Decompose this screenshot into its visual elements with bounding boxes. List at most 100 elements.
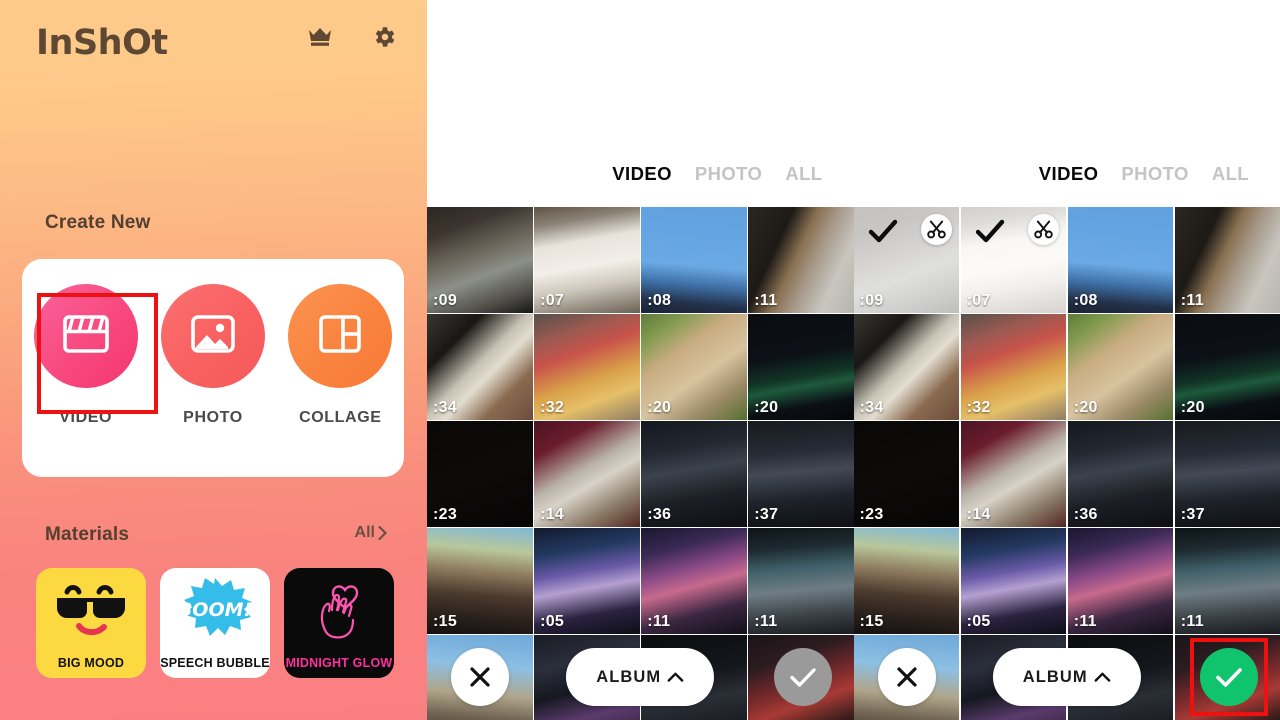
- media-thumbnail[interactable]: :11: [1174, 207, 1280, 313]
- tab-video[interactable]: VIDEO: [1039, 163, 1099, 185]
- media-thumbnail[interactable]: :09: [427, 207, 533, 313]
- check-icon: [1216, 668, 1242, 687]
- close-button[interactable]: [451, 648, 509, 706]
- media-thumbnail[interactable]: :15: [853, 528, 960, 634]
- tab-all[interactable]: ALL: [785, 163, 822, 185]
- media-picker-panels: VIDEO PHOTO ALL :09:07:08:11:34:32:20:20…: [427, 0, 1280, 720]
- tab-photo[interactable]: PHOTO: [1121, 163, 1188, 185]
- media-thumbnail[interactable]: :34: [427, 314, 533, 420]
- header-icon-group: [307, 24, 397, 55]
- media-thumbnail[interactable]: :05: [960, 528, 1067, 634]
- chevron-up-icon: [667, 672, 684, 682]
- picker-tabs-left: VIDEO PHOTO ALL: [612, 163, 822, 185]
- chevron-right-icon: [378, 526, 387, 540]
- materials-all-link[interactable]: All: [355, 524, 387, 542]
- media-thumbnail[interactable]: :32: [534, 314, 640, 420]
- material-caption: MIDNIGHT GLOW: [285, 656, 393, 671]
- tab-photo[interactable]: PHOTO: [695, 163, 762, 185]
- duration-label: :11: [1180, 612, 1204, 630]
- material-caption: BIG MOOD: [57, 656, 125, 671]
- media-thumbnail[interactable]: :37: [1174, 421, 1280, 527]
- trim-scissors-button[interactable]: [1028, 214, 1060, 245]
- media-picker-panel-left: VIDEO PHOTO ALL :09:07:08:11:34:32:20:20…: [427, 0, 854, 720]
- inshot-app-screen: InShOt Create New VIDEO PHOTO COLLAGE Ma…: [0, 0, 1280, 720]
- photo-icon-circle[interactable]: [160, 284, 265, 388]
- media-thumbnail[interactable]: :05: [534, 528, 640, 634]
- media-thumbnail[interactable]: :14: [534, 421, 640, 527]
- album-label: ALBUM: [1022, 667, 1088, 686]
- media-thumbnail[interactable]: :36: [1067, 421, 1174, 527]
- duration-label: :11: [754, 612, 778, 630]
- duration-label: :11: [647, 612, 671, 630]
- material-tile-big-mood[interactable]: BIG MOOD: [36, 568, 146, 678]
- sunglasses-face-icon: [36, 576, 146, 638]
- media-thumbnail[interactable]: :07: [534, 207, 640, 313]
- confirm-button[interactable]: [773, 648, 832, 706]
- album-button[interactable]: ALBUM: [566, 648, 715, 706]
- material-tile-midnight-glow[interactable]: MIDNIGHT GLOW: [284, 568, 394, 678]
- sidebar-header: InShOt: [0, 0, 427, 86]
- create-collage-button[interactable]: COLLAGE: [281, 284, 399, 427]
- media-thumbnail[interactable]: :11: [641, 528, 747, 634]
- create-video-label: VIDEO: [59, 409, 113, 426]
- media-thumbnail[interactable]: :23: [427, 421, 533, 527]
- media-thumbnail[interactable]: :20: [1067, 314, 1174, 420]
- album-button[interactable]: ALBUM: [992, 648, 1141, 706]
- media-thumbnail[interactable]: :34: [853, 314, 960, 420]
- video-icon-circle[interactable]: [33, 284, 138, 388]
- media-thumbnail[interactable]: :09: [853, 207, 960, 313]
- crown-icon[interactable]: [307, 26, 333, 53]
- media-thumbnail[interactable]: :14: [960, 421, 1067, 527]
- media-thumbnail[interactable]: :08: [641, 207, 747, 313]
- media-thumbnail[interactable]: :11: [1174, 528, 1280, 634]
- gear-icon[interactable]: [371, 24, 397, 55]
- trim-scissors-button[interactable]: [921, 214, 953, 245]
- picker-bottom-bar-left: ALBUM: [427, 632, 854, 720]
- home-sidebar: InShOt Create New VIDEO PHOTO COLLAGE Ma…: [0, 0, 427, 720]
- media-thumbnail[interactable]: :32: [960, 314, 1067, 420]
- create-new-items: VIDEO PHOTO COLLAGE: [22, 284, 404, 427]
- picture-icon: [190, 313, 236, 360]
- duration-label: :11: [1073, 612, 1097, 630]
- duration-label: :05: [540, 612, 565, 630]
- media-thumbnail[interactable]: :20: [1174, 314, 1280, 420]
- media-thumbnail[interactable]: :20: [641, 314, 747, 420]
- duration-label: :23: [859, 505, 884, 523]
- album-label: ALBUM: [596, 667, 662, 686]
- media-thumbnail[interactable]: :11: [748, 207, 854, 313]
- duration-label: :14: [966, 505, 991, 523]
- create-new-card: VIDEO PHOTO COLLAGE: [22, 259, 404, 477]
- duration-label: :37: [754, 505, 779, 523]
- create-photo-button[interactable]: PHOTO: [154, 284, 272, 427]
- material-tile-speech-bubble[interactable]: BOOM! SPEECH BUBBLE: [160, 568, 270, 678]
- media-thumbnail[interactable]: :11: [1067, 528, 1174, 634]
- scissors-icon: [1034, 220, 1053, 239]
- confirm-button[interactable]: [1200, 648, 1258, 706]
- material-caption: SPEECH BUBBLE: [160, 656, 270, 671]
- media-thumbnail[interactable]: :08: [1067, 207, 1174, 313]
- media-thumbnail[interactable]: :15: [427, 528, 533, 634]
- duration-label: :20: [1073, 398, 1098, 416]
- duration-label: :15: [859, 612, 884, 630]
- close-button[interactable]: [877, 648, 936, 706]
- media-thumbnail[interactable]: :36: [641, 421, 747, 527]
- tab-video[interactable]: VIDEO: [612, 163, 672, 185]
- close-icon: [470, 667, 490, 687]
- create-video-button[interactable]: VIDEO: [27, 284, 145, 427]
- duration-label: :36: [647, 505, 672, 523]
- media-thumbnail[interactable]: :20: [748, 314, 854, 420]
- media-thumbnail[interactable]: :11: [748, 528, 854, 634]
- duration-label: :34: [859, 398, 884, 416]
- duration-label: :09: [433, 291, 458, 309]
- duration-label: :08: [1073, 291, 1098, 309]
- svg-text:BOOM!: BOOM!: [178, 599, 252, 621]
- media-thumbnail[interactable]: :07: [960, 207, 1067, 313]
- media-thumbnail[interactable]: :23: [853, 421, 960, 527]
- collage-icon-circle[interactable]: [288, 284, 393, 388]
- boom-burst-icon: BOOM!: [160, 576, 270, 638]
- tab-all[interactable]: ALL: [1212, 163, 1249, 185]
- media-thumbnail[interactable]: :37: [748, 421, 854, 527]
- neon-heart-hand-icon: [284, 576, 394, 642]
- duration-label: :37: [1180, 505, 1205, 523]
- create-collage-label: COLLAGE: [299, 409, 382, 426]
